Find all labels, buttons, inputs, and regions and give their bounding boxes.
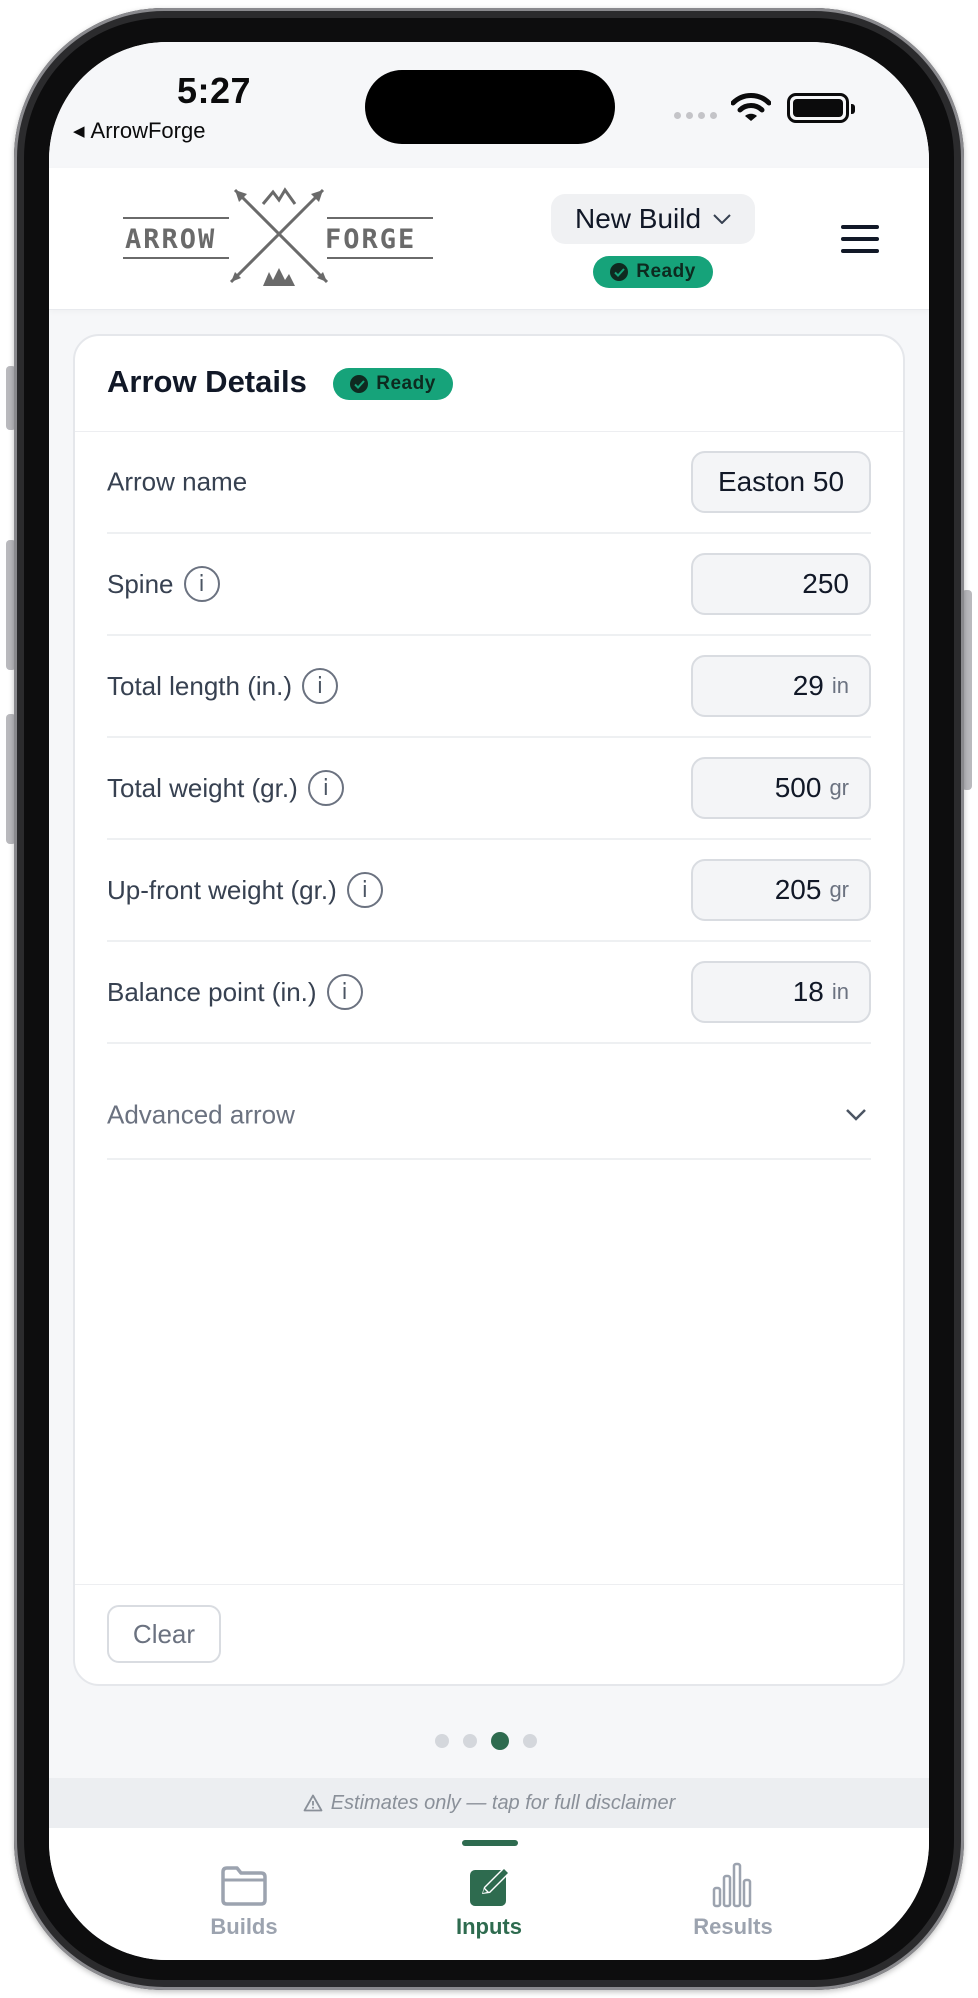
tab-inputs[interactable]: Inputs [389, 1828, 589, 1960]
status-badge: Ready [333, 368, 453, 400]
card-title: Arrow Details [107, 364, 307, 399]
disclaimer-text: Estimates only — tap for full disclaimer [330, 1791, 676, 1814]
field-label: Arrow name [107, 467, 247, 498]
field-label: Total length (in.) i [107, 668, 338, 704]
status-time: 5:27 [177, 70, 252, 111]
bar-chart-icon [712, 1862, 752, 1908]
field-label: Total weight (gr.) i [107, 770, 344, 806]
back-to-app-link[interactable]: ◀ ArrowForge [73, 118, 205, 144]
field-row-up-front-weight: Up-front weight (gr.) i 205 gr [107, 840, 871, 942]
edit-icon [470, 1869, 508, 1906]
battery-icon [787, 93, 855, 123]
advanced-arrow-label: Advanced arrow [107, 1099, 295, 1130]
total-weight-input[interactable]: 500 gr [691, 757, 871, 819]
field-label-text: Total length (in.) [107, 670, 292, 701]
wifi-icon [731, 93, 771, 121]
status-badge: Ready [593, 256, 713, 288]
clear-button[interactable]: Clear [107, 1605, 221, 1663]
input-value: 18 [792, 976, 824, 1007]
spine-input[interactable]: 250 [691, 553, 871, 615]
status-badge-label: Ready [376, 373, 436, 394]
up-front-weight-input[interactable]: 205 gr [691, 859, 871, 921]
field-row-total-length: Total length (in.) i 29 in [107, 636, 871, 738]
input-value: 205 [774, 874, 822, 905]
page-indicator [49, 1732, 929, 1750]
disclaimer-banner[interactable]: Estimates only — tap for full disclaimer [49, 1778, 929, 1828]
build-selector[interactable]: New Build [551, 194, 755, 244]
info-icon[interactable]: i [346, 872, 383, 908]
info-icon[interactable]: i [301, 668, 338, 704]
build-selector-label: New Build [574, 203, 702, 234]
logo-text-right: FORGE [325, 224, 416, 255]
chevron-down-icon [713, 214, 731, 224]
phone-screen: 5:27 ◀ ArrowForge ARROW FORGE New Build … [49, 42, 929, 1960]
arrow-details-card: Arrow Details Ready Arrow name Easton 50… [73, 334, 905, 1686]
app-header: ARROW FORGE New Build Ready [49, 168, 929, 310]
page-dot[interactable] [463, 1734, 477, 1748]
status-bar: 5:27 ◀ ArrowForge [49, 42, 929, 168]
warning-icon [303, 1794, 323, 1812]
advanced-arrow-toggle[interactable]: Advanced arrow [107, 1072, 871, 1160]
info-icon[interactable]: i [183, 566, 220, 602]
info-icon[interactable]: i [326, 974, 363, 1010]
back-triangle-icon: ◀ [73, 123, 85, 140]
total-length-input[interactable]: 29 in [691, 655, 871, 717]
field-label-text: Balance point (in.) [107, 976, 317, 1007]
field-label: Up-front weight (gr.) i [107, 872, 383, 908]
input-value: Easton 50 [717, 466, 845, 497]
field-label-text: Up-front weight (gr.) [107, 874, 337, 905]
field-row-arrow-name: Arrow name Easton 50 [107, 432, 871, 534]
tab-label: Results [693, 1914, 773, 1939]
tab-builds[interactable]: Builds [144, 1828, 344, 1960]
page-dot[interactable] [523, 1734, 537, 1748]
folder-icon [221, 1866, 267, 1906]
tab-label: Builds [210, 1914, 278, 1939]
field-label-text: Total weight (gr.) [107, 772, 298, 803]
check-circle-icon [610, 263, 629, 281]
status-badge-label: Ready [636, 261, 696, 282]
chevron-down-icon [846, 1109, 866, 1121]
balance-point-input[interactable]: 18 in [691, 961, 871, 1023]
dynamic-island [365, 70, 615, 144]
card-footer: Clear [75, 1584, 903, 1684]
field-label: Spine i [107, 566, 220, 602]
tab-bar: Builds Inputs Results [49, 1828, 929, 1960]
field-label: Balance point (in.) i [107, 974, 363, 1010]
info-icon[interactable]: i [307, 770, 344, 806]
tab-results[interactable]: Results [633, 1828, 833, 1960]
field-row-spine: Spine i 250 [107, 534, 871, 636]
hamburger-menu-icon[interactable] [841, 225, 879, 253]
field-label-text: Arrow name [107, 466, 248, 497]
cellular-signal-icon [674, 112, 717, 119]
input-unit: gr [829, 775, 849, 800]
check-circle-icon [350, 375, 369, 393]
input-value: 250 [802, 568, 849, 599]
input-unit: in [831, 673, 849, 698]
field-row-total-weight: Total weight (gr.) i 500 gr [107, 738, 871, 840]
page-dot[interactable] [435, 1734, 449, 1748]
back-app-label: ArrowForge [90, 118, 206, 143]
input-value: 500 [774, 772, 822, 803]
logo-text-left: ARROW [125, 224, 216, 255]
field-row-balance-point: Balance point (in.) i 18 in [107, 942, 871, 1044]
arrowforge-logo[interactable]: ARROW FORGE [123, 182, 433, 294]
input-unit: in [831, 979, 849, 1004]
card-header: Arrow Details Ready [75, 336, 903, 432]
field-label-text: Spine [107, 568, 174, 599]
arrow-name-input[interactable]: Easton 50 [691, 451, 871, 513]
input-unit: gr [829, 877, 849, 902]
tab-label: Inputs [456, 1914, 522, 1939]
input-value: 29 [792, 670, 824, 701]
page-dot-active[interactable] [491, 1732, 509, 1750]
